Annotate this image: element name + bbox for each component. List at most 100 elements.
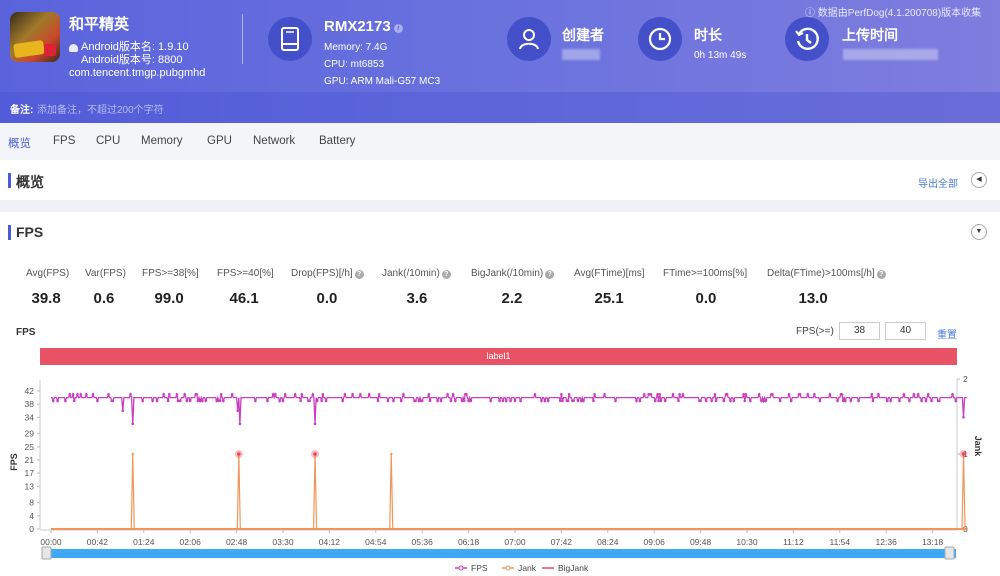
y-tick-label: 34	[25, 412, 35, 422]
fps-point	[96, 399, 99, 403]
legend-marker	[505, 565, 511, 571]
fps-point	[315, 399, 319, 403]
fps-point	[789, 399, 793, 403]
fps-point	[195, 392, 199, 396]
x-tick-label: 13:18	[922, 537, 944, 547]
fps-point	[121, 409, 125, 413]
x-tick-label: 07:42	[551, 537, 573, 547]
fps-point	[962, 415, 965, 419]
zoom-slider-right-handle[interactable]	[944, 546, 955, 560]
fps-point	[798, 392, 802, 396]
fps-point	[188, 399, 192, 403]
fps-point	[912, 392, 916, 396]
fps-point	[308, 399, 311, 403]
fps-point	[111, 399, 115, 403]
y-tick-label: 8	[29, 498, 34, 508]
bigjank-point	[237, 452, 241, 456]
fps-point	[671, 392, 675, 396]
y-tick-label: 17	[25, 468, 35, 478]
fps-point	[889, 399, 892, 403]
fps-point	[603, 392, 606, 396]
x-tick-label: 12:36	[876, 537, 898, 547]
fps-point	[420, 399, 424, 403]
fps-point	[902, 392, 906, 396]
fps-point	[273, 392, 277, 396]
fps-point	[399, 399, 403, 403]
fps-point	[649, 392, 653, 396]
zoom-slider-left-handle[interactable]	[41, 546, 52, 560]
fps-point	[699, 399, 702, 403]
fps-point	[710, 399, 713, 403]
fps-point	[908, 399, 911, 403]
x-tick-label: 00:42	[87, 537, 109, 547]
fps-point	[402, 392, 405, 396]
fps-point	[743, 399, 747, 403]
fps-point	[183, 392, 186, 396]
fps-point	[175, 392, 179, 396]
fps-chart: 0481317212529343842012FPSJank00:0000:420…	[9, 374, 983, 573]
fps-point	[321, 392, 325, 396]
fps-point	[178, 399, 182, 403]
fps-point	[509, 399, 512, 403]
x-tick-label: 04:54	[365, 537, 387, 547]
fps-point	[218, 399, 222, 403]
fps-point	[64, 399, 67, 403]
fps-point	[926, 392, 930, 396]
fps-point	[561, 399, 564, 403]
fps-point	[204, 399, 207, 403]
fps-point	[311, 392, 315, 396]
fps-point	[704, 399, 708, 403]
fps-point	[877, 392, 880, 396]
fps-point	[131, 422, 135, 426]
fps-point	[744, 392, 748, 396]
legend-item[interactable]: FPS	[471, 563, 488, 573]
zoom-slider-track[interactable]	[46, 549, 956, 558]
fps-point	[343, 392, 347, 396]
fps-point	[560, 392, 563, 396]
bigjank-point	[961, 452, 966, 456]
fps-point	[870, 392, 874, 396]
x-tick-label: 02:48	[226, 537, 248, 547]
fps-point	[725, 392, 729, 396]
fps-point	[451, 392, 455, 396]
fps-point	[91, 392, 95, 396]
fps-point	[771, 392, 774, 396]
jank-spike	[961, 453, 966, 530]
y-tick-label: 21	[25, 455, 35, 465]
fps-point	[540, 399, 543, 403]
fps-point	[635, 399, 638, 403]
fps-point	[678, 392, 681, 396]
fps-point	[749, 399, 752, 403]
fps-point	[642, 392, 646, 396]
fps-point	[951, 392, 954, 396]
fps-point	[519, 399, 522, 403]
x-tick-label: 07:00	[504, 537, 526, 547]
fps-point	[498, 399, 501, 403]
y2-tick-label: 2	[963, 374, 968, 384]
fps-point	[462, 399, 466, 403]
fps-point	[300, 392, 304, 396]
legend-item[interactable]: BigJank	[558, 563, 589, 573]
fps-point	[546, 399, 550, 403]
y-tick-label: 0	[29, 524, 34, 534]
fps-point	[849, 399, 853, 403]
fps-point	[439, 399, 443, 403]
x-tick-label: 09:06	[644, 537, 666, 547]
legend-item[interactable]: Jank	[518, 563, 537, 573]
fps-point	[732, 399, 736, 403]
fps-point	[582, 399, 585, 403]
fps-point	[51, 399, 55, 403]
fps-point	[844, 399, 847, 403]
fps-point	[930, 399, 933, 403]
fps-point	[924, 399, 928, 403]
x-tick-label: 03:30	[272, 537, 294, 547]
fps-point	[293, 392, 297, 396]
fps-point	[446, 392, 449, 396]
fps-point	[341, 399, 344, 403]
fps-point	[129, 392, 132, 396]
fps-point	[592, 399, 595, 403]
fps-point	[71, 392, 75, 396]
y-tick-label: 13	[25, 481, 35, 491]
fps-point	[654, 399, 657, 403]
y-axis-title: FPS	[9, 453, 19, 471]
